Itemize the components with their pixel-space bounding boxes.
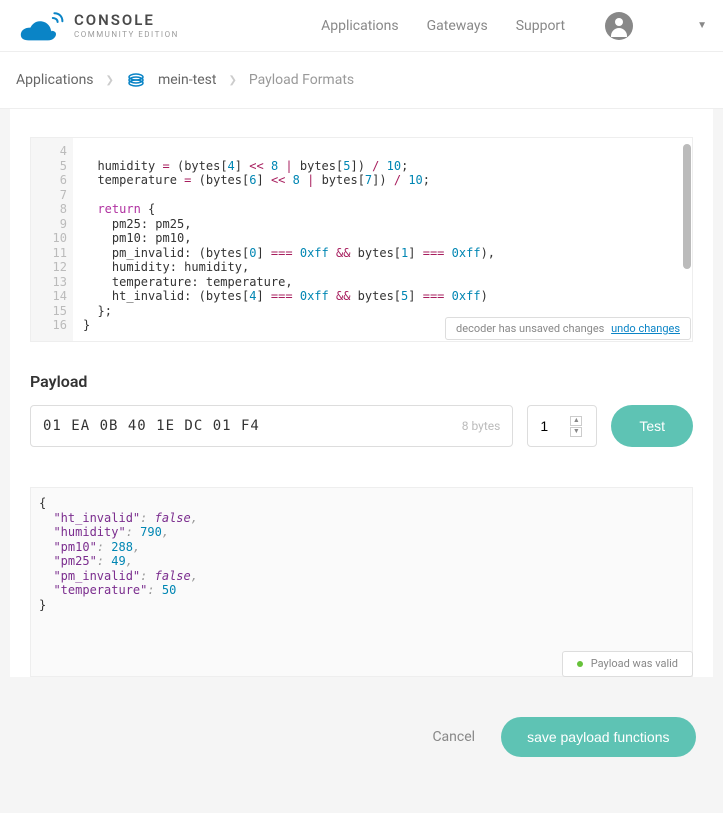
- unsaved-label: decoder has unsaved changes: [456, 322, 604, 335]
- status-dot-icon: [577, 661, 583, 667]
- payload-hex-field[interactable]: 8 bytes: [30, 405, 513, 447]
- scrollbar-thumb[interactable]: [683, 144, 691, 269]
- nav-applications[interactable]: Applications: [321, 18, 399, 34]
- logo-subtitle: COMMUNITY EDITION: [74, 31, 179, 39]
- port-input[interactable]: [540, 418, 570, 434]
- line-number-gutter: 45678910111213141516: [31, 138, 73, 341]
- decoder-code-editor[interactable]: 45678910111213141516 humidity = (bytes[4…: [30, 137, 693, 342]
- unsaved-changes-badge: decoder has unsaved changes undo changes: [445, 317, 691, 340]
- chevron-down-icon[interactable]: ▼: [697, 20, 707, 31]
- chevron-right-icon: ❯: [106, 75, 114, 86]
- cloud-icon: [16, 10, 64, 42]
- payload-hex-input[interactable]: [43, 418, 462, 434]
- logo-title: CONSOLE: [74, 13, 179, 28]
- breadcrumb: Applications ❯ mein-test ❯ Payload Forma…: [0, 52, 723, 109]
- cancel-button[interactable]: Cancel: [432, 729, 475, 745]
- test-button[interactable]: Test: [611, 405, 693, 447]
- payload-valid-badge: Payload was valid: [562, 651, 693, 678]
- breadcrumb-app-name[interactable]: mein-test: [158, 72, 217, 88]
- chevron-right-icon: ❯: [228, 75, 236, 86]
- breadcrumb-current: Payload Formats: [249, 72, 354, 88]
- code-text-area[interactable]: humidity = (bytes[4] << 8 | bytes[5]) / …: [73, 138, 692, 341]
- footer-actions: Cancel save payload functions: [12, 697, 712, 785]
- stepper-up-icon[interactable]: ▲: [570, 416, 582, 426]
- top-header: CONSOLE COMMUNITY EDITION Applications G…: [0, 0, 723, 52]
- avatar-icon[interactable]: [605, 12, 633, 40]
- valid-label: Payload was valid: [591, 657, 678, 672]
- port-field[interactable]: ▲ ▼: [527, 405, 597, 447]
- payload-title: Payload: [30, 372, 693, 391]
- save-button[interactable]: save payload functions: [501, 717, 695, 757]
- logo[interactable]: CONSOLE COMMUNITY EDITION: [16, 10, 179, 42]
- undo-changes-link[interactable]: undo changes: [611, 322, 680, 335]
- port-stepper: ▲ ▼: [570, 416, 582, 437]
- nav-gateways[interactable]: Gateways: [427, 18, 488, 34]
- app-icon: [126, 70, 146, 90]
- result-output: { "ht_invalid": false, "humidity": 790, …: [30, 487, 693, 677]
- breadcrumb-applications[interactable]: Applications: [16, 72, 94, 88]
- payload-size-label: 8 bytes: [462, 419, 501, 433]
- nav-support[interactable]: Support: [516, 18, 565, 34]
- stepper-down-icon[interactable]: ▼: [570, 427, 582, 437]
